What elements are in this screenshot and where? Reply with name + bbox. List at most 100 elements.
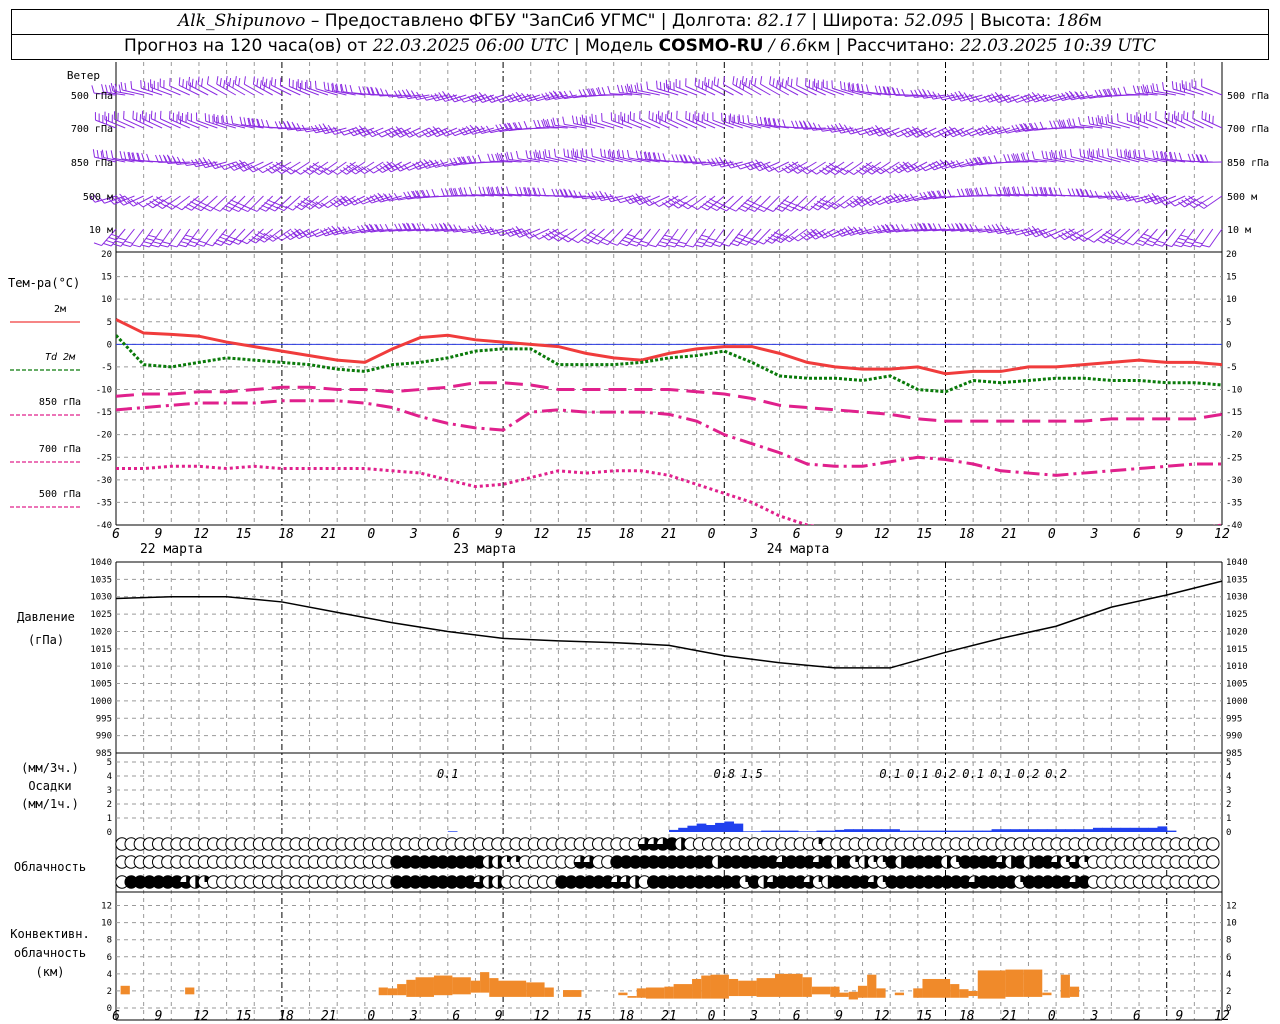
wind-barb-feather (659, 81, 662, 90)
wind-barb-feather (252, 76, 255, 85)
wind-barb-feather (168, 202, 176, 208)
wind-barb-feather (463, 187, 468, 196)
hour-label: 12 (193, 527, 209, 542)
wind-barb-feather (525, 150, 529, 159)
press-tick-left: 1020 (90, 627, 112, 637)
conv-tick-right: 0 (1226, 1004, 1231, 1014)
wind-barb-feather (993, 155, 998, 163)
wind-barb-feather (1135, 242, 1144, 247)
wind-barb-feather (985, 186, 989, 195)
wind-barb (225, 83, 246, 96)
wind-barb (1117, 120, 1140, 129)
wind-barb-feather (631, 240, 640, 244)
wind-barb-feather (609, 148, 612, 157)
wind-level-right: 500 гПа (1227, 91, 1269, 102)
wind-barb-feather (698, 79, 700, 88)
wind-barb (1174, 118, 1195, 129)
wind-barb-feather (1085, 91, 1091, 99)
wind-barb (577, 228, 596, 244)
wind-barb-feather (523, 121, 528, 129)
hour-label: 15 (236, 1009, 252, 1024)
wind-barb-feather (542, 151, 546, 160)
wind-barb-feather (1107, 148, 1110, 157)
wind-barb-feather (704, 77, 706, 86)
wind-barb-feather (1007, 154, 1011, 163)
wind-barb-feather (221, 207, 230, 212)
wind-barb-feather (1187, 153, 1192, 162)
wind-barb-feather (141, 110, 144, 119)
precip-title: Осадки (28, 779, 71, 793)
temp-tick-right: -15 (1226, 408, 1242, 418)
wind-barb-feather (785, 80, 788, 89)
wind-barb-feather (886, 128, 893, 136)
date-label: 24 марта (767, 542, 830, 557)
wind-barb-feather (122, 243, 131, 248)
wind-barb-feather (1200, 201, 1208, 207)
wind-barb-feather (1097, 148, 1100, 157)
wind-barb (188, 84, 209, 96)
convective-bar (774, 973, 803, 997)
wind-barb-feather (634, 84, 638, 93)
convective-bar (378, 987, 388, 996)
precip-bar (1102, 827, 1112, 832)
wind-barb-feather (836, 126, 842, 134)
hour-label: 0 (367, 1009, 375, 1024)
precip-bar (696, 823, 707, 832)
hour-label: 3 (1089, 527, 1098, 542)
wind-barb (364, 161, 384, 175)
wind-barb-feather (1192, 244, 1201, 248)
wind-barb-feather (1127, 151, 1130, 160)
wind-barb-feather (590, 240, 598, 245)
wind-barb (558, 228, 578, 242)
wind-barb-feather (1049, 120, 1053, 129)
wind-barb-feather (913, 163, 921, 171)
wind-barb-feather (519, 186, 523, 195)
wind-barb-feather (268, 80, 271, 89)
conv-tick-right: 12 (1226, 902, 1237, 912)
wind-barb-feather (837, 203, 845, 209)
wind-barb-feather (397, 163, 405, 170)
wind-barb-feather (553, 148, 556, 157)
wind-barb-feather (664, 114, 667, 123)
wind-barb (1183, 118, 1204, 129)
wind-barb-feather (203, 207, 211, 212)
hour-label: 9 (495, 527, 503, 542)
wind-barb-feather (265, 78, 268, 87)
wind-barb-feather (1058, 187, 1063, 196)
wind-barb-feather (347, 129, 354, 137)
wind-barb-feather (728, 207, 737, 212)
wind-barb-feather (1156, 150, 1159, 159)
wind-barb-feather (742, 82, 745, 91)
wind-barb-feather (108, 236, 117, 241)
wind-barb-feather (1064, 150, 1067, 159)
wind-barb-feather (1083, 149, 1086, 158)
precip-bar (1065, 829, 1076, 832)
wind-barb-feather (198, 240, 207, 244)
wind-barb-feather (750, 76, 754, 85)
conv-tick-left: 2 (107, 987, 112, 997)
precip-tick-right: 2 (1226, 800, 1231, 810)
wind-barb (704, 84, 725, 96)
convective-bar (701, 975, 711, 999)
wind-barb-feather (1150, 85, 1154, 94)
wind-barb-feather (627, 196, 635, 203)
hour-label: 3 (409, 1009, 418, 1024)
wind-barb (1193, 195, 1214, 209)
precip-bar (724, 821, 735, 832)
wind-barb-feather (874, 85, 878, 94)
temp-legend-label: 500 гПа (39, 489, 81, 500)
wind-barb (746, 228, 762, 246)
wind-barb-feather (478, 186, 482, 195)
wind-barb-feather (712, 243, 721, 247)
wind-level-left: 500 гПа (71, 91, 113, 102)
conv-title: Конвективн. (10, 927, 89, 941)
wind-barb-feather (434, 93, 441, 101)
wind-barb-feather (542, 188, 547, 196)
wind-barb-feather (1142, 84, 1146, 93)
wind-barb-feather (733, 114, 736, 123)
wind-barb-feather (563, 148, 566, 157)
wind-barb-feather (101, 149, 105, 158)
wind-barb-feather (709, 198, 717, 203)
wind-barb (676, 118, 697, 129)
wind-barb-feather (279, 77, 282, 86)
